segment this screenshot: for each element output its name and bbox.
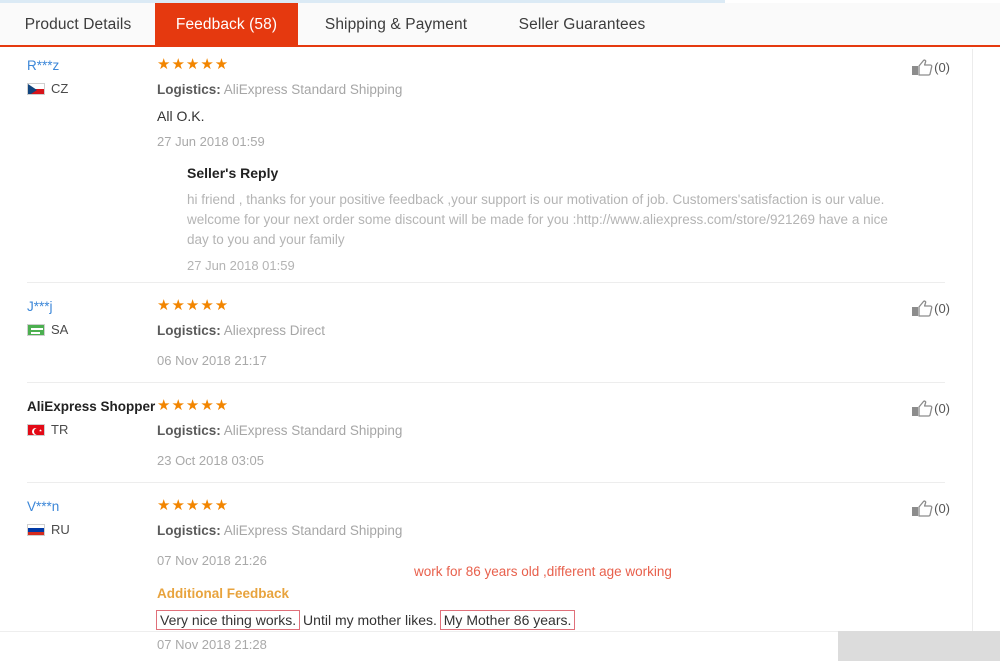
- logistics-line: Logistics: Aliexpress Direct: [157, 322, 922, 339]
- list-divider: [27, 282, 945, 283]
- additional-feedback-text: Very nice thing works. Until my mother l…: [156, 610, 922, 630]
- annotation-highlight-1: Very nice thing works.: [156, 610, 301, 630]
- buyer-name[interactable]: V***n: [27, 499, 157, 515]
- logistics-line: Logistics: AliExpress Standard Shipping: [157, 422, 922, 439]
- logistics-value: Aliexpress Direct: [223, 323, 326, 338]
- tab-feedback[interactable]: Feedback (58): [155, 3, 298, 47]
- product-tab-bar: Product Details Feedback (58) Shipping &…: [0, 3, 1000, 47]
- logistics-value: AliExpress Standard Shipping: [223, 423, 403, 438]
- list-divider: [27, 482, 945, 483]
- logistics-label: Logistics:: [157, 523, 221, 538]
- logistics-value: AliExpress Standard Shipping: [223, 523, 403, 538]
- helpful-count: (0): [934, 401, 950, 416]
- buyer-info: V***n RU: [27, 499, 157, 537]
- feedback-item: AliExpress Shopper TR ★★★★★ Logistics: A…: [0, 382, 972, 482]
- feedback-item: J***j SA ★★★★★ Logistics: Aliexpress Dir…: [0, 282, 972, 382]
- content-right-divider: [972, 49, 973, 631]
- sellers-reply-body: hi friend , thanks for your positive fee…: [187, 192, 888, 247]
- helpful-button[interactable]: (0): [911, 400, 950, 418]
- rating-stars: ★★★★★: [157, 56, 230, 73]
- helpful-button[interactable]: (0): [911, 300, 950, 318]
- buyer-name[interactable]: J***j: [27, 299, 157, 315]
- thumbs-up-icon: [911, 300, 933, 318]
- helpful-count: (0): [934, 501, 950, 516]
- helpful-count: (0): [934, 60, 950, 75]
- buyer-country: SA: [27, 323, 157, 337]
- sellers-reply-title: Seller's Reply: [187, 165, 279, 181]
- review-date: 27 Jun 2018 01:59: [157, 134, 265, 149]
- sa-flag-icon: [27, 324, 45, 336]
- logistics-line: Logistics: AliExpress Standard Shipping: [157, 522, 922, 539]
- buyer-info: J***j SA: [27, 299, 157, 337]
- review-text: All O.K.: [157, 108, 205, 124]
- feedback-page: Product Details Feedback (58) Shipping &…: [0, 0, 1000, 661]
- country-code: CZ: [51, 81, 69, 96]
- buyer-name[interactable]: R***z: [27, 58, 157, 74]
- logistics-value: AliExpress Standard Shipping: [223, 82, 403, 97]
- buyer-country: CZ: [27, 82, 157, 96]
- thumbs-up-icon: [911, 500, 933, 518]
- bottom-divider: [0, 631, 838, 632]
- feedback-content: ★★★★★ Logistics: AliExpress Standard Shi…: [156, 497, 922, 653]
- tab-product-details[interactable]: Product Details: [8, 3, 148, 47]
- rating-stars: ★★★★★: [157, 497, 230, 514]
- additional-feedback-title: Additional Feedback: [157, 586, 290, 601]
- feedback-content: ★★★★★ Logistics: Aliexpress Direct 06 No…: [157, 297, 922, 369]
- review-date: 23 Oct 2018 03:05: [157, 453, 264, 468]
- rating-stars: ★★★★★: [157, 397, 230, 414]
- thumbs-up-icon: [911, 59, 933, 77]
- buyer-name: AliExpress Shopper: [27, 399, 156, 414]
- country-code: RU: [51, 522, 70, 537]
- tab-seller-guarantees[interactable]: Seller Guarantees: [497, 3, 667, 47]
- additional-feedback-date: 07 Nov 2018 21:28: [157, 637, 267, 652]
- country-code: TR: [51, 422, 69, 437]
- buyer-country: TR: [27, 423, 167, 437]
- tab-shipping-payment[interactable]: Shipping & Payment: [305, 3, 487, 47]
- annotation-note: work for 86 years old ,different age wor…: [414, 564, 672, 579]
- buyer-info: AliExpress Shopper TR: [27, 399, 167, 437]
- logistics-label: Logistics:: [157, 423, 221, 438]
- rating-stars: ★★★★★: [157, 297, 230, 314]
- country-code: SA: [51, 322, 69, 337]
- buyer-country: RU: [27, 523, 157, 537]
- feedback-list: R***z CZ ★★★★★ Logistics: AliExpress Sta…: [0, 49, 972, 661]
- review-date: 06 Nov 2018 21:17: [157, 353, 267, 368]
- feedback-content: ★★★★★ Logistics: AliExpress Standard Shi…: [157, 56, 922, 274]
- annotation-highlight-2: My Mother 86 years.: [439, 610, 576, 630]
- helpful-button[interactable]: (0): [911, 59, 950, 77]
- feedback-item: V***n RU ★★★★★ Logistics: AliExpress Sta…: [0, 482, 972, 661]
- helpful-count: (0): [934, 301, 950, 316]
- logistics-label: Logistics:: [157, 82, 221, 97]
- helpful-button[interactable]: (0): [911, 500, 950, 518]
- ru-flag-icon: [27, 524, 45, 536]
- logistics-line: Logistics: AliExpress Standard Shipping: [157, 81, 922, 98]
- additional-feedback-middle: Until my mother likes.: [299, 612, 441, 628]
- sellers-reply-date: 27 Jun 2018 01:59: [187, 258, 295, 273]
- thumbs-up-icon: [911, 400, 933, 418]
- cz-flag-icon: [27, 83, 45, 95]
- feedback-item: R***z CZ ★★★★★ Logistics: AliExpress Sta…: [0, 49, 972, 282]
- buyer-info: R***z CZ: [27, 58, 157, 96]
- horizontal-scrollbar[interactable]: [838, 631, 1000, 661]
- list-divider: [27, 382, 945, 383]
- sellers-reply: Seller's Reply hi friend , thanks for yo…: [187, 164, 922, 274]
- additional-feedback: work for 86 years old ,different age wor…: [156, 564, 922, 653]
- logistics-label: Logistics:: [157, 323, 221, 338]
- tr-flag-icon: [27, 424, 45, 436]
- feedback-content: ★★★★★ Logistics: AliExpress Standard Shi…: [157, 397, 922, 469]
